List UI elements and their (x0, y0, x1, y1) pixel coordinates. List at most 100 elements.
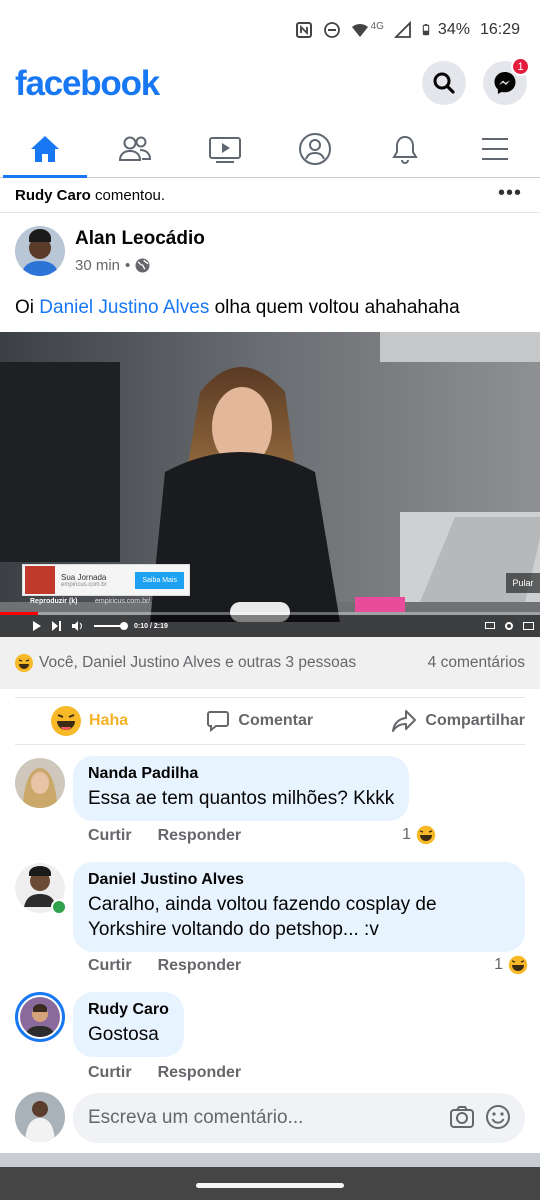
like-comment-button[interactable]: Curtir (88, 827, 132, 845)
share-label: Compartilhar (425, 712, 525, 729)
post-mention[interactable]: Daniel Justino Alves (39, 297, 209, 318)
replay-label[interactable]: Reproduzir (k) (30, 598, 77, 605)
nav-tabs (0, 120, 540, 178)
comment-bubble[interactable]: Nanda Padilha Essa ae tem quantos milhõe… (73, 756, 410, 821)
my-avatar[interactable] (15, 1092, 65, 1142)
haha-icon (415, 824, 437, 846)
signal-icon (393, 21, 411, 38)
system-nav-bar (0, 1167, 540, 1200)
home-gesture-handle[interactable] (196, 1183, 344, 1188)
ad-card[interactable]: Sua Jornada empiricus.com.br Saiba Mais (22, 564, 190, 596)
next-icon[interactable] (52, 621, 62, 631)
commenter-avatar[interactable] (15, 863, 67, 915)
comment-reaction[interactable]: 1 (494, 954, 529, 976)
messenger-badge: 1 (511, 57, 530, 76)
wifi-icon (351, 23, 368, 37)
comment-item: Daniel Justino Alves Caralho, ainda volt… (15, 862, 529, 982)
ad-cta-button[interactable]: Saiba Mais (135, 571, 184, 589)
comment-actions: Curtir Responder (88, 957, 241, 975)
skip-button[interactable]: Pular (506, 573, 540, 593)
reactions-text: Você, Daniel Justino Alves e outras 3 pe… (39, 654, 357, 671)
comment-label: Comentar (238, 712, 314, 729)
like-comment-button[interactable]: Curtir (88, 1064, 132, 1082)
haha-icon (507, 954, 529, 976)
haha-label: Haha (89, 712, 129, 729)
tab-watch[interactable] (180, 120, 270, 177)
messenger-button[interactable]: 1 (483, 57, 530, 105)
nfc-icon (295, 22, 312, 38)
post-text-start: Oi (15, 297, 40, 318)
comment-bubble[interactable]: Daniel Justino Alves Caralho, ainda volt… (73, 862, 525, 952)
reactions-summary[interactable]: Você, Daniel Justino Alves e outras 3 pe… (0, 637, 540, 689)
activity-actor[interactable]: Rudy Caro (15, 187, 91, 204)
comment-bubble[interactable]: Rudy Caro Gostosa (73, 992, 184, 1057)
video-progress-track[interactable] (0, 612, 540, 615)
reply-comment-button[interactable]: Responder (158, 957, 242, 975)
network-type: 4G (370, 20, 384, 32)
camera-icon[interactable] (449, 1104, 475, 1130)
comment-text: Essa ae tem quantos milhões? Kkkk (88, 788, 395, 809)
comment-actions: Curtir Responder (88, 1064, 241, 1082)
reply-comment-button[interactable]: Responder (158, 827, 242, 845)
settings-icon[interactable] (505, 622, 513, 630)
commenter-name[interactable]: Nanda Padilha (88, 765, 394, 783)
search-button[interactable] (422, 61, 466, 105)
more-options-icon[interactable]: ••• (498, 182, 522, 205)
commenter-name[interactable]: Daniel Justino Alves (88, 871, 510, 889)
home-icon (31, 135, 59, 162)
post-header: Alan Leocádio 30 min • (15, 226, 525, 282)
captions-icon[interactable] (485, 622, 495, 629)
comment-button[interactable]: Comentar (206, 709, 313, 733)
emoji-icon[interactable] (485, 1104, 511, 1130)
tab-friends[interactable] (90, 120, 180, 177)
post-meta: 30 min • (75, 257, 150, 274)
post-time[interactable]: 30 min (75, 257, 120, 274)
battery-percent: 34% (437, 21, 470, 38)
activity-action: comentou. (90, 186, 166, 204)
watch-icon (209, 136, 241, 163)
commenter-name[interactable]: Rudy Caro (88, 1001, 169, 1019)
reply-comment-button[interactable]: Responder (158, 1064, 242, 1082)
profile-icon (299, 132, 331, 165)
author-avatar[interactable] (15, 226, 65, 276)
facebook-logo[interactable]: facebook (15, 64, 160, 104)
tab-home[interactable] (0, 120, 90, 178)
post-text-end: olha quem voltou ahahahaha (209, 297, 460, 318)
haha-button[interactable]: Haha (51, 706, 128, 736)
comment-actions: Curtir Responder (88, 827, 241, 845)
tab-profile[interactable] (270, 120, 360, 177)
do-not-disturb-icon (323, 22, 340, 38)
commenter-avatar[interactable] (15, 758, 65, 808)
tab-notifications[interactable] (360, 120, 450, 177)
app-header: facebook 1 (0, 57, 540, 112)
play-icon[interactable] (32, 621, 42, 631)
ad-title: Sua Jornada (61, 572, 107, 582)
post-actions: Haha Comentar Compartilhar (15, 697, 525, 745)
post-text: Oi Daniel Justino Alves olha quem voltou… (15, 297, 525, 319)
comment-text: Gostosa (88, 1024, 159, 1045)
volume-icon[interactable] (72, 621, 84, 631)
video-player[interactable]: Sua Jornada empiricus.com.br Saiba Mais … (0, 332, 540, 637)
haha-icon (51, 706, 81, 736)
ad-logo (25, 566, 55, 594)
like-comment-button[interactable]: Curtir (88, 957, 132, 975)
friends-icon (118, 136, 152, 161)
ad-domain: empiricus.com.br (61, 581, 107, 588)
video-progress-fill (0, 612, 38, 615)
commenter-avatar[interactable] (15, 992, 65, 1042)
globe-icon (135, 258, 150, 273)
hamburger-menu-icon (482, 137, 508, 160)
volume-slider[interactable] (94, 622, 128, 630)
comment-reaction[interactable]: 1 (402, 824, 437, 846)
status-bar: 4G 34% 16:29 (0, 0, 540, 60)
comments-count[interactable]: 4 comentários (428, 654, 525, 672)
clock: 16:29 (479, 21, 520, 38)
comment-text: Caralho, ainda voltou fazendo cosplay de… (88, 894, 437, 940)
miniplayer-icon[interactable] (523, 622, 534, 630)
source-domain: empiricus.com.br/ (95, 598, 151, 605)
post-author-name[interactable]: Alan Leocádio (75, 228, 205, 250)
share-button[interactable]: Compartilhar (391, 709, 525, 733)
content-divider (0, 1153, 540, 1167)
tab-menu[interactable] (450, 120, 540, 177)
share-icon (392, 710, 417, 732)
